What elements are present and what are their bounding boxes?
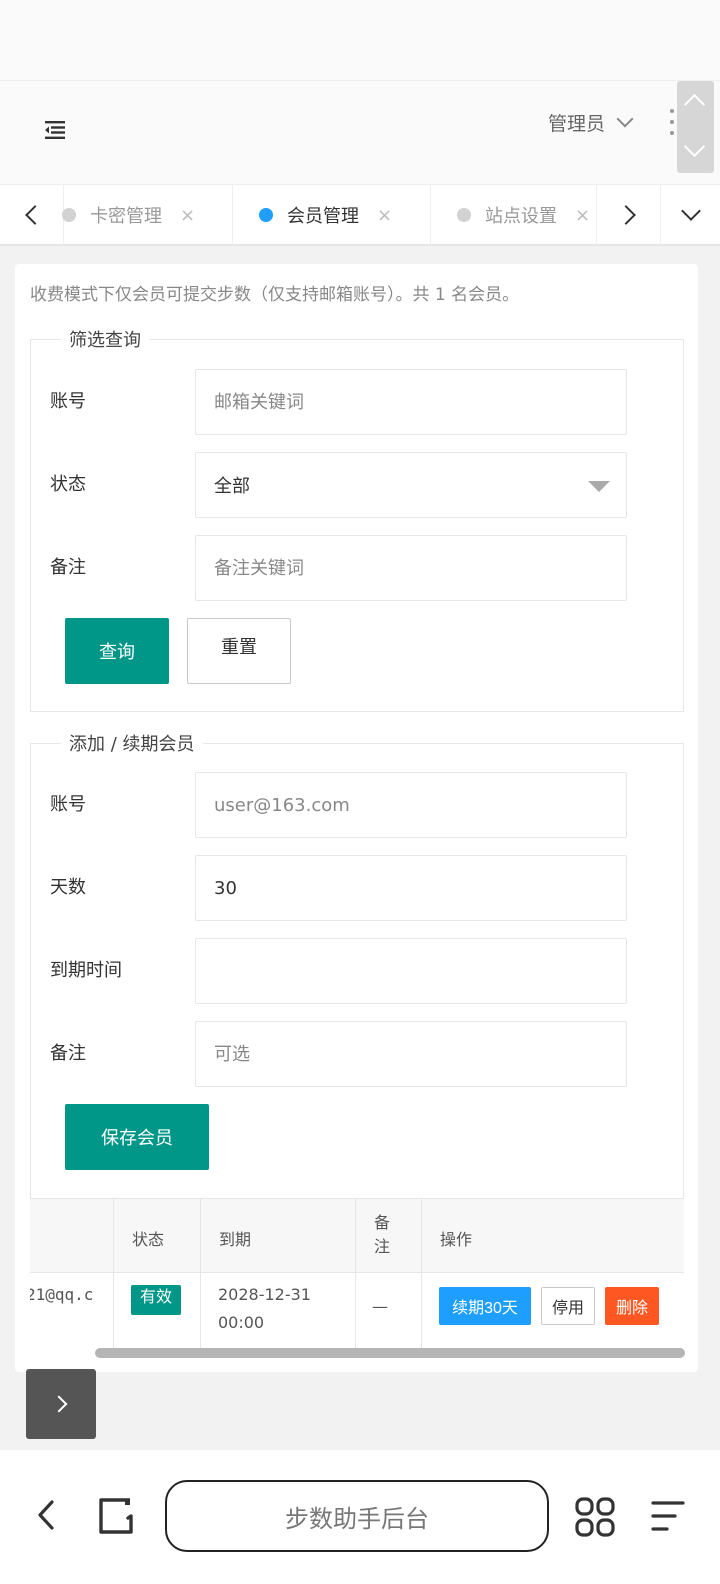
chevron-down-icon [616, 110, 634, 128]
query-account-row: 账号 [50, 369, 627, 435]
query-status-select[interactable]: 全部 [195, 452, 627, 518]
add-expire-row: 到期时间 [50, 938, 627, 1004]
query-account-input[interactable] [195, 369, 627, 435]
browser-toolbar: 步数助手后台 [0, 1450, 720, 1584]
add-account-row: 账号 [50, 772, 627, 838]
table-horizontal-scrollbar[interactable] [95, 1348, 685, 1358]
row-remark: — [372, 1297, 388, 1316]
add-days-row: 天数 [50, 855, 627, 921]
close-icon[interactable]: × [180, 205, 195, 226]
row-account: 21@qq.c [30, 1285, 94, 1304]
menu-icon[interactable] [650, 1498, 686, 1534]
save-member-button[interactable]: 保存会员 [65, 1104, 209, 1170]
tab-scroll-left-button[interactable] [0, 185, 64, 245]
column-divider [421, 1199, 422, 1348]
header-actions: 操作 [440, 1230, 473, 1249]
add-account-label: 账号 [50, 794, 86, 815]
page-title-text: 步数助手后台 [285, 1504, 429, 1533]
tab-dot [62, 208, 76, 222]
admin-user-menu[interactable]: 管理员 [548, 107, 634, 137]
row-expire: 2028-12-31 00:00 [218, 1285, 311, 1332]
menu-toggle-icon[interactable] [40, 115, 70, 145]
page-scroll-widget[interactable] [677, 81, 714, 173]
add-remark-row: 备注 [50, 1021, 627, 1087]
tab-site-settings[interactable]: 站点设置 × [430, 185, 596, 245]
tab-dot [259, 208, 273, 222]
header-remark: 备 注 [374, 1213, 391, 1256]
chevron-right-icon [615, 205, 636, 225]
dropdown-triangle-icon [588, 481, 610, 492]
add-legend: 添加 / 续期会员 [69, 734, 195, 755]
add-days-input[interactable] [195, 855, 627, 921]
tab-options-dropdown[interactable] [660, 185, 720, 245]
column-divider [355, 1199, 356, 1348]
column-divider [200, 1199, 201, 1348]
address-bar[interactable]: 步数助手后台 [165, 1480, 549, 1552]
add-expire-label: 到期时间 [50, 960, 122, 981]
back-icon[interactable] [32, 1500, 62, 1530]
tab-scroll-right-button[interactable] [596, 185, 660, 245]
header-expire: 到期 [219, 1230, 252, 1249]
add-expire-input[interactable] [195, 938, 627, 1004]
column-divider [113, 1199, 114, 1348]
header-status: 状态 [132, 1230, 165, 1249]
tab-label: 卡密管理 [90, 206, 162, 227]
chevron-left-icon [24, 205, 45, 225]
close-icon[interactable]: × [377, 205, 392, 226]
chevron-right-icon [50, 1395, 68, 1413]
query-remark-row: 备注 [50, 535, 627, 601]
query-account-label: 账号 [50, 391, 86, 412]
members-card: 收费模式下仅会员可提交步数（仅支持邮箱账号）。共 1 名会员。 筛选查询 账号 … [15, 264, 698, 1372]
tab-card-keys[interactable]: 卡密管理 × [62, 185, 195, 245]
query-status-row: 状态 全部 [50, 452, 627, 518]
tab-label: 站点设置 [485, 206, 557, 227]
tab-label: 会员管理 [287, 206, 359, 227]
renew-30-days-button[interactable]: 续期30天 [439, 1287, 531, 1325]
more-vertical-icon[interactable] [668, 109, 676, 135]
add-account-input[interactable] [195, 772, 627, 838]
table-header-row: 状态 到期 备 注 操作 [30, 1199, 684, 1273]
query-status-value: 全部 [214, 476, 250, 497]
add-remark-input[interactable] [195, 1021, 627, 1087]
members-info-text: 收费模式下仅会员可提交步数（仅支持邮箱账号）。共 1 名会员。 [30, 285, 520, 305]
tab-bar: 卡密管理 × 会员管理 × 站点设置 × [0, 184, 720, 246]
tabs-switcher-icon[interactable] [97, 1496, 137, 1536]
scroll-down-icon[interactable] [683, 135, 706, 158]
scroll-up-icon[interactable] [683, 93, 706, 116]
delete-button[interactable]: 删除 [605, 1287, 659, 1325]
query-remark-input[interactable] [195, 535, 627, 601]
disable-button[interactable]: 停用 [541, 1287, 595, 1325]
status-bar-area [0, 0, 720, 80]
tab-dot [457, 208, 471, 222]
query-status-label: 状态 [50, 474, 86, 495]
add-remark-label: 备注 [50, 1043, 86, 1064]
add-days-label: 天数 [50, 877, 86, 898]
admin-header: 管理员 [0, 80, 720, 184]
floating-expand-button[interactable] [26, 1369, 96, 1439]
admin-label: 管理员 [548, 112, 606, 135]
search-button[interactable]: 查询 [65, 618, 169, 684]
tab-members[interactable]: 会员管理 × [232, 185, 430, 245]
query-remark-label: 备注 [50, 557, 86, 578]
close-icon[interactable]: × [575, 205, 590, 226]
apps-grid-icon[interactable] [574, 1496, 616, 1538]
members-table: 状态 到期 备 注 操作 21@qq.c 有效 2028-12-31 00:00… [30, 1198, 684, 1348]
filter-legend: 筛选查询 [69, 330, 141, 351]
status-badge: 有效 [131, 1285, 181, 1315]
reset-button[interactable]: 重置 [187, 618, 291, 684]
chevron-down-icon [680, 201, 701, 221]
